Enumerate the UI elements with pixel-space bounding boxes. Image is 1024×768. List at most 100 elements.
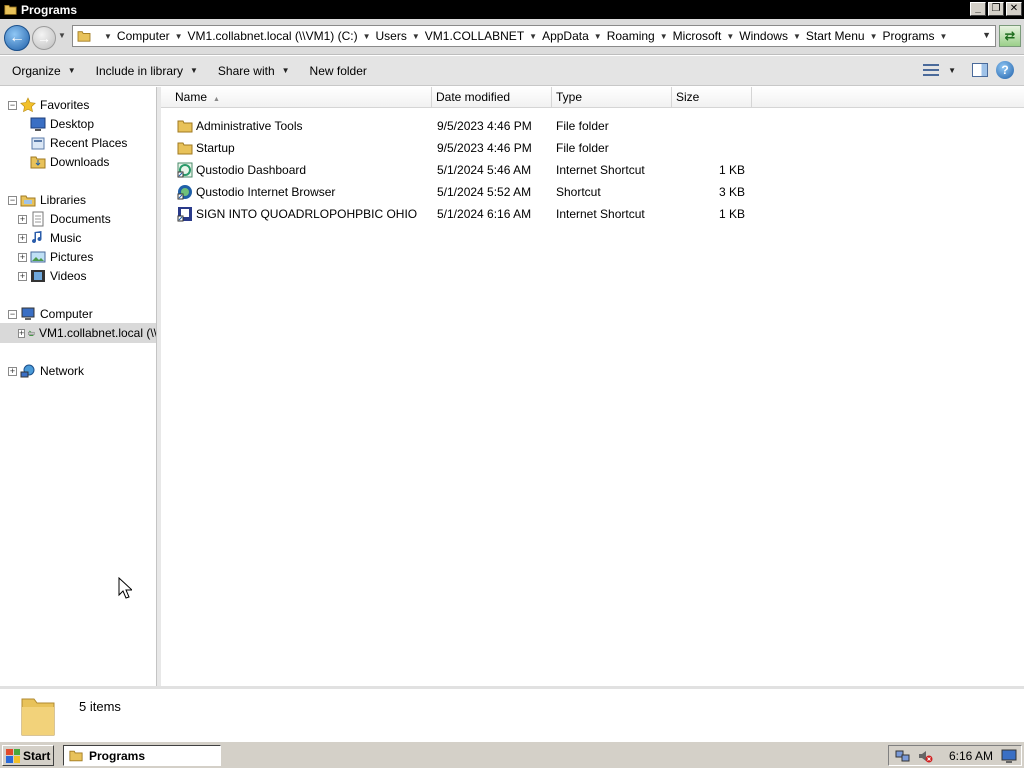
sort-ascending-icon: ▲ bbox=[213, 96, 220, 103]
recent-pages-dropdown[interactable]: ▼ bbox=[58, 31, 66, 40]
expand-icon[interactable]: + bbox=[18, 233, 27, 243]
breadcrumb-programs[interactable]: Programs bbox=[883, 29, 935, 43]
address-bar[interactable]: ▼ Computer ▼ VM1.collabnet.local (\\VM1)… bbox=[72, 25, 996, 47]
chevron-down-icon[interactable]: ▼ bbox=[940, 32, 948, 41]
expand-icon[interactable]: + bbox=[18, 252, 27, 262]
nav-network[interactable]: + Network bbox=[8, 363, 84, 379]
file-list[interactable]: Name ▲ Date modified Type Size Administra… bbox=[161, 87, 1024, 686]
view-dropdown-icon[interactable]: ▼ bbox=[948, 66, 956, 75]
column-type[interactable]: Type bbox=[552, 87, 672, 108]
minimize-button[interactable]: _ bbox=[970, 2, 986, 16]
collapse-icon[interactable]: − bbox=[8, 195, 17, 205]
refresh-button[interactable]: ⇄ bbox=[999, 25, 1021, 47]
show-desktop-icon[interactable] bbox=[1001, 748, 1017, 764]
network-status-icon[interactable] bbox=[895, 748, 911, 764]
file-type: Internet Shortcut bbox=[556, 163, 645, 177]
expand-icon[interactable]: + bbox=[18, 214, 27, 224]
address-history-dropdown[interactable]: ▼ bbox=[982, 30, 991, 40]
chevron-down-icon[interactable]: ▼ bbox=[660, 32, 668, 41]
desktop-icon bbox=[30, 117, 46, 131]
folder-icon bbox=[69, 750, 83, 762]
file-row[interactable]: Qustodio Internet Browser 5/1/2024 5:52 … bbox=[175, 181, 755, 203]
arrow-left-icon: ← bbox=[9, 29, 25, 46]
breadcrumb-computer[interactable]: Computer bbox=[117, 29, 170, 43]
expand-icon[interactable]: + bbox=[18, 328, 26, 338]
expand-icon[interactable]: + bbox=[18, 271, 27, 281]
nav-documents[interactable]: + Documents bbox=[18, 211, 111, 227]
folder-icon bbox=[4, 5, 17, 15]
nav-network-drive[interactable]: + VM1.collabnet.local (\\ bbox=[0, 323, 156, 343]
file-row[interactable]: SIGN INTO QUOADRLOPOHPBIC OHIO 5/1/2024 … bbox=[175, 203, 755, 225]
chevron-down-icon[interactable]: ▼ bbox=[363, 32, 371, 41]
nav-label: Downloads bbox=[50, 155, 110, 169]
nav-label: Documents bbox=[50, 212, 111, 226]
chevron-down-icon[interactable]: ▼ bbox=[175, 32, 183, 41]
libraries-icon bbox=[20, 195, 36, 207]
chevron-down-icon[interactable]: ▼ bbox=[529, 32, 537, 41]
chevron-down-icon[interactable]: ▼ bbox=[793, 32, 801, 41]
mouse-cursor-icon bbox=[118, 577, 132, 599]
system-tray: 6:16 AM bbox=[888, 745, 1022, 766]
volume-muted-icon[interactable] bbox=[917, 748, 933, 764]
nav-recent-places[interactable]: Recent Places bbox=[30, 135, 127, 151]
nav-computer[interactable]: − Computer bbox=[8, 306, 93, 322]
file-date: 5/1/2024 5:52 AM bbox=[437, 185, 532, 199]
nav-downloads[interactable]: Downloads bbox=[30, 154, 109, 170]
folder-icon bbox=[21, 698, 55, 736]
organize-button[interactable]: Organize ▼ bbox=[12, 64, 76, 78]
share-with-button[interactable]: Share with ▼ bbox=[218, 64, 290, 78]
breadcrumb-drive[interactable]: VM1.collabnet.local (\\VM1) (C:) bbox=[188, 29, 358, 43]
nav-videos[interactable]: + Videos bbox=[18, 268, 86, 284]
nav-desktop[interactable]: Desktop bbox=[30, 116, 94, 132]
file-type: Internet Shortcut bbox=[556, 207, 645, 221]
collapse-icon[interactable]: − bbox=[8, 100, 17, 110]
file-size: 3 KB bbox=[718, 185, 745, 199]
nav-music[interactable]: + Music bbox=[18, 230, 81, 246]
help-icon[interactable]: ? bbox=[996, 61, 1014, 79]
nav-label: Desktop bbox=[50, 117, 95, 131]
file-name: Qustodio Dashboard bbox=[196, 163, 307, 177]
start-button[interactable]: Start bbox=[2, 745, 54, 766]
title-bar[interactable]: Programs _ ❐ ✕ bbox=[0, 0, 1024, 19]
breadcrumb-appdata[interactable]: AppData bbox=[542, 29, 589, 43]
chevron-right-icon[interactable]: ▼ bbox=[104, 32, 112, 41]
breadcrumb-user[interactable]: VM1.COLLABNET bbox=[425, 29, 524, 43]
nav-libraries[interactable]: − Libraries bbox=[8, 192, 86, 208]
preview-pane-icon[interactable] bbox=[972, 63, 988, 77]
file-row[interactable]: Startup 9/5/2023 4:46 PM File folder bbox=[175, 137, 755, 159]
column-date-modified[interactable]: Date modified bbox=[432, 87, 552, 108]
column-date-label: Date modified bbox=[436, 90, 511, 104]
chevron-down-icon[interactable]: ▼ bbox=[412, 32, 420, 41]
breadcrumb-roaming[interactable]: Roaming bbox=[607, 29, 655, 43]
breadcrumb-microsoft[interactable]: Microsoft bbox=[673, 29, 722, 43]
network-drive-icon bbox=[28, 330, 35, 336]
breadcrumb-users[interactable]: Users bbox=[376, 29, 407, 43]
expand-icon[interactable]: + bbox=[8, 366, 17, 376]
forward-button[interactable]: → bbox=[32, 26, 56, 50]
back-button[interactable]: ← bbox=[4, 25, 30, 51]
column-name[interactable]: Name ▲ bbox=[161, 87, 432, 108]
view-options-icon[interactable] bbox=[922, 62, 940, 78]
file-row[interactable]: Qustodio Dashboard 5/1/2024 5:46 AM Inte… bbox=[175, 159, 755, 181]
chevron-down-icon[interactable]: ▼ bbox=[870, 32, 878, 41]
view-controls: ▼ ? bbox=[922, 61, 1014, 79]
clock[interactable]: 6:16 AM bbox=[949, 749, 993, 763]
file-row[interactable]: Administrative Tools 9/5/2023 4:46 PM Fi… bbox=[175, 115, 755, 137]
recent-places-icon bbox=[31, 137, 45, 150]
include-in-library-button[interactable]: Include in library ▼ bbox=[96, 64, 198, 78]
restore-button[interactable]: ❐ bbox=[988, 2, 1004, 16]
chevron-down-icon[interactable]: ▼ bbox=[726, 32, 734, 41]
column-size[interactable]: Size bbox=[672, 87, 752, 108]
navigation-pane[interactable]: − Favorites Desktop Recent Places Downlo… bbox=[0, 87, 157, 686]
breadcrumb-start-menu[interactable]: Start Menu bbox=[806, 29, 865, 43]
file-name: Administrative Tools bbox=[196, 119, 303, 133]
nav-favorites[interactable]: − Favorites bbox=[8, 97, 89, 113]
close-button[interactable]: ✕ bbox=[1006, 2, 1022, 16]
address-row: ← → ▼ ▼ Computer ▼ VM1.collabnet.local (… bbox=[0, 19, 1024, 55]
chevron-down-icon[interactable]: ▼ bbox=[594, 32, 602, 41]
collapse-icon[interactable]: − bbox=[8, 309, 17, 319]
taskbar-item-programs[interactable]: Programs bbox=[63, 745, 221, 766]
new-folder-button[interactable]: New folder bbox=[310, 64, 367, 78]
nav-pictures[interactable]: + Pictures bbox=[18, 249, 93, 265]
breadcrumb-windows[interactable]: Windows bbox=[739, 29, 788, 43]
